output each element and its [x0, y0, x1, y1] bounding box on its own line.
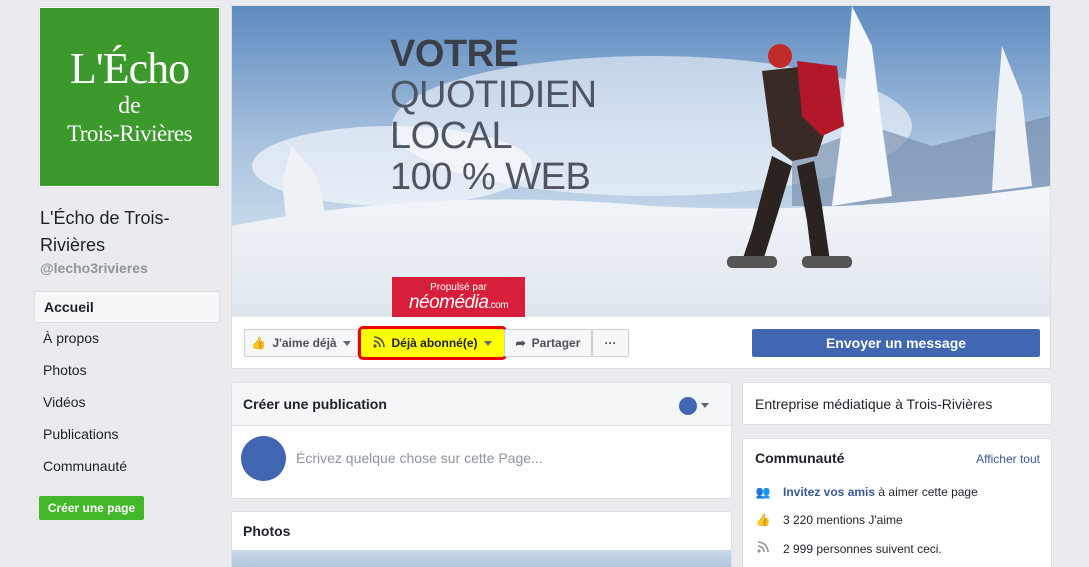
sidebar-item-publications[interactable]: Publications — [34, 419, 220, 451]
sidebar-item-communaute[interactable]: Communauté — [34, 451, 220, 483]
neomedia-tagline: Propulsé par — [430, 282, 487, 293]
create-post-header: Créer une publication — [232, 383, 731, 426]
thumbs-up-icon: 👍 — [755, 513, 771, 527]
logo-line-2: de — [118, 93, 141, 119]
like-button[interactable]: 👍 J'aime déjà — [244, 329, 358, 357]
followers-row: 2 999 personnes suivent ceci. — [755, 541, 942, 556]
cover-headline: VOTRE QUOTIDIEN LOCAL 100 % WEB — [390, 34, 597, 198]
page-action-bar: 👍 J'aime déjà Déjà abonné(e) ➦ Partager … — [232, 317, 1050, 368]
page-handle[interactable]: @lecho3rivieres — [40, 260, 148, 276]
sidebar-item-accueil[interactable]: Accueil — [34, 291, 220, 323]
rss-icon — [373, 335, 386, 351]
logo-line-1: L'Écho — [69, 44, 190, 93]
share-button[interactable]: ➦ Partager — [504, 329, 592, 357]
see-all-link[interactable]: Afficher tout — [976, 452, 1040, 466]
invite-friends-link[interactable]: Invitez vos amis — [783, 485, 875, 499]
cover-line-2: QUOTIDIEN — [390, 74, 597, 116]
create-post-card: Créer une publication Écrivez quelque ch… — [231, 382, 732, 499]
community-card: Communauté Afficher tout 👥 Invitez vos a… — [742, 438, 1052, 567]
likes-count: 3 220 mentions J'aime — [783, 513, 903, 527]
page-avatar-selector-icon[interactable] — [679, 397, 697, 415]
thumbs-up-icon: 👍 — [251, 336, 267, 350]
photo-thumbnail[interactable] — [232, 550, 731, 567]
logo-line-3: Trois-Rivières — [66, 121, 193, 146]
invite-friends-text: à aimer cette page — [878, 485, 978, 499]
chevron-down-icon[interactable] — [701, 403, 709, 408]
neomedia-tld: .com — [488, 300, 509, 311]
post-composer-input[interactable]: Écrivez quelque chose sur cette Page... — [296, 450, 543, 466]
rss-icon — [755, 541, 771, 556]
share-arrow-icon: ➦ — [515, 336, 526, 350]
likes-row: 👍 3 220 mentions J'aime — [755, 513, 903, 527]
cover-line-3: LOCAL — [390, 115, 513, 157]
page-logo[interactable]: L'Écho de Trois-Rivières — [39, 7, 220, 187]
avatar — [241, 436, 286, 481]
create-post-title: Créer une publication — [243, 396, 387, 412]
create-page-button[interactable]: Créer une page — [39, 496, 144, 520]
more-icon: ··· — [604, 336, 617, 350]
cover-image — [232, 6, 1050, 317]
sidebar-item-photos[interactable]: Photos — [34, 355, 220, 387]
followers-count: 2 999 personnes suivent ceci. — [783, 541, 942, 556]
neomedia-badge: Propulsé par néomédia.com — [392, 277, 525, 317]
chevron-down-icon — [483, 340, 492, 346]
sidebar-item-a-propos[interactable]: À propos — [34, 323, 220, 355]
share-label: Partager — [531, 336, 581, 350]
sidebar-nav: Accueil À propos Photos Vidéos Publicati… — [34, 291, 220, 483]
page-title[interactable]: L'Écho de Trois-Rivières — [40, 205, 220, 259]
like-label: J'aime déjà — [272, 336, 337, 350]
cover-photo[interactable]: VOTRE QUOTIDIEN LOCAL 100 % WEB Propulsé… — [232, 6, 1050, 317]
subscribed-button[interactable]: Déjà abonné(e) — [358, 326, 507, 360]
photos-card: Photos — [231, 511, 732, 567]
neomedia-brand: néomédia — [408, 292, 489, 313]
cover-line-4: 100 % WEB — [390, 156, 591, 198]
invite-friends-row: 👥 Invitez vos amis à aimer cette page — [755, 485, 978, 499]
about-card: Entreprise médiatique à Trois-Rivières — [742, 382, 1052, 425]
photos-title[interactable]: Photos — [232, 512, 731, 550]
cover-card: VOTRE QUOTIDIEN LOCAL 100 % WEB Propulsé… — [231, 5, 1051, 369]
sidebar-item-videos[interactable]: Vidéos — [34, 387, 220, 419]
cover-line-1: VOTRE — [390, 33, 519, 75]
community-title: Communauté — [755, 450, 845, 466]
chevron-down-icon — [342, 340, 351, 346]
friends-icon: 👥 — [755, 485, 771, 499]
subscribed-label: Déjà abonné(e) — [391, 336, 478, 350]
send-message-button[interactable]: Envoyer un message — [752, 329, 1040, 357]
more-options-button[interactable]: ··· — [592, 329, 629, 357]
